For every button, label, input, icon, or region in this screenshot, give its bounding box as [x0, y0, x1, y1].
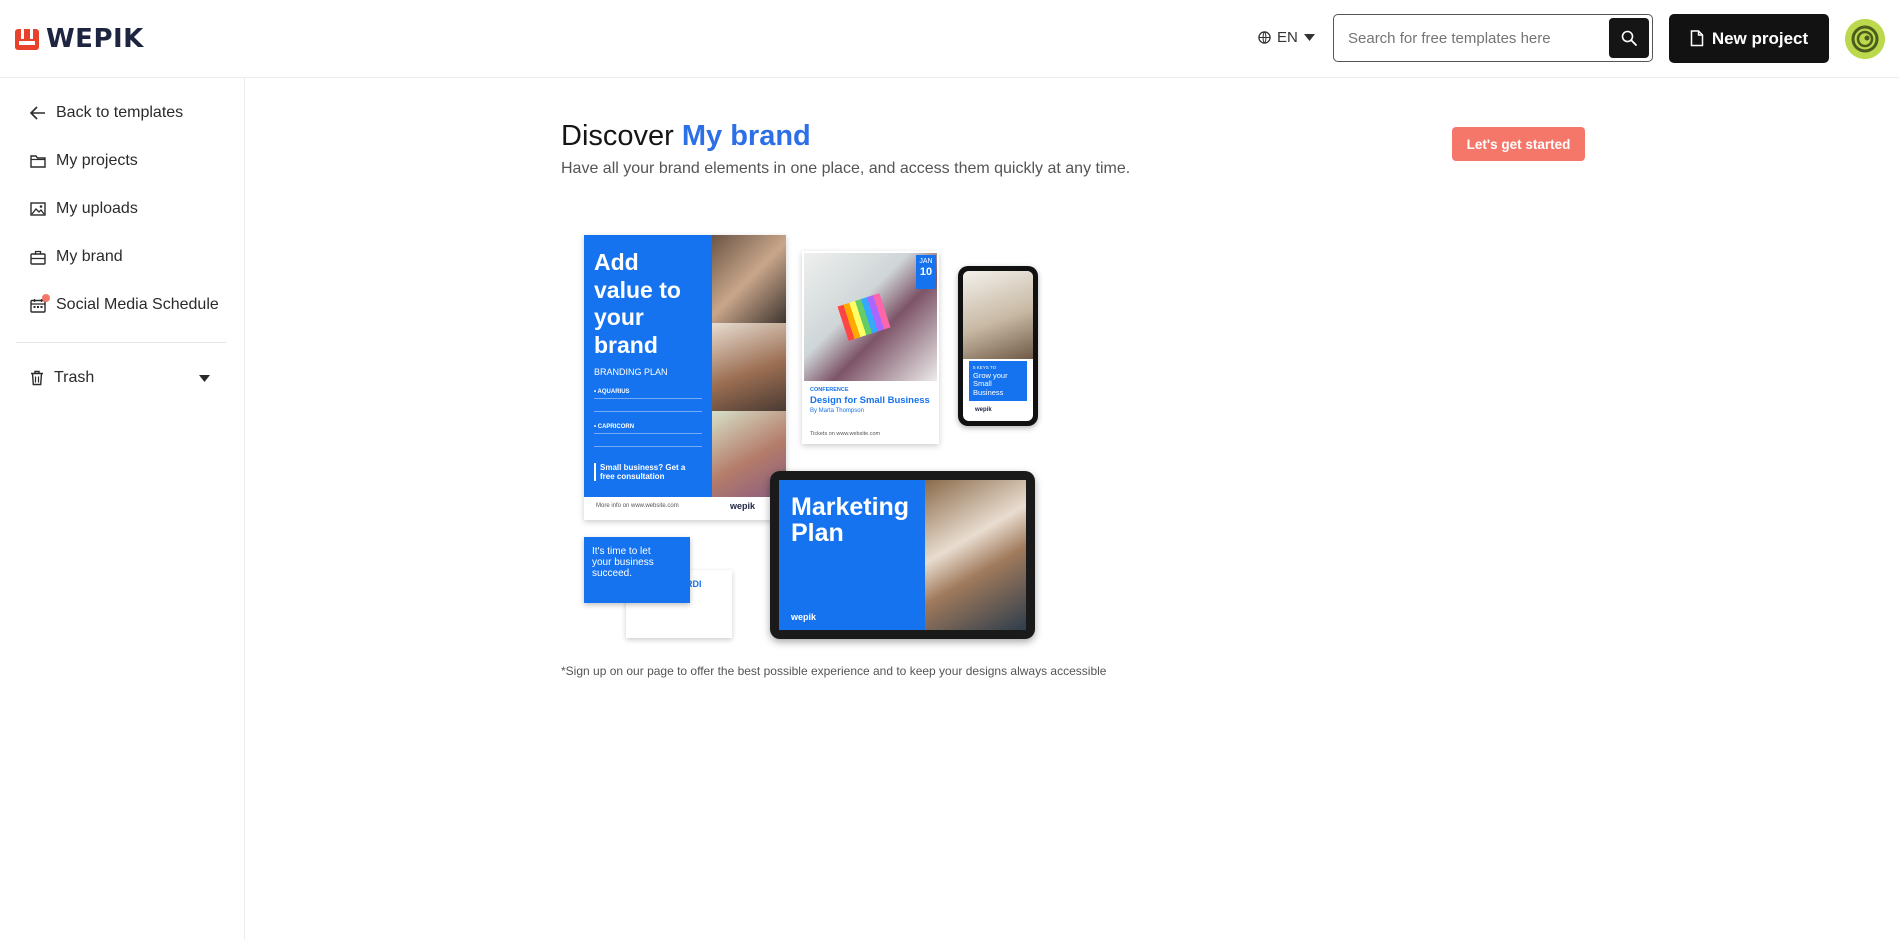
sidebar-item-my-uploads[interactable]: My uploads — [30, 200, 138, 218]
flyer-date-month: JAN — [919, 258, 933, 265]
sidebar-item-label: Social Media Schedule — [56, 296, 219, 313]
tablet-title: Marketing Plan — [791, 493, 910, 548]
page-subtitle: Have all your brand elements in one plac… — [561, 160, 1131, 177]
chevron-down-icon[interactable] — [199, 374, 210, 382]
poster-cta: Small business? Get a free consultation — [594, 463, 690, 482]
sidebar-item-label: My brand — [56, 248, 123, 265]
flyer-mockup: JAN 10 CONFERENCE Design for Small Busin… — [802, 251, 939, 444]
sidebar: Back to templates My projects My uploads… — [0, 78, 245, 940]
poster-photo-1 — [712, 235, 786, 323]
poster-mockup: Add value to your brand BRANDING PLAN • … — [584, 235, 786, 520]
globe-icon — [1258, 31, 1271, 44]
logo-text: WEPIK — [46, 24, 144, 54]
brand-illustration: Add value to your brand BRANDING PLAN • … — [580, 230, 1040, 645]
new-project-label: New project — [1711, 28, 1809, 48]
poster-wepik-label: wepik — [730, 501, 756, 511]
flyer-date-day: 10 — [919, 265, 933, 278]
poster-blue-panel: Add value to your brand BRANDING PLAN • … — [584, 235, 712, 497]
language-label: EN — [1277, 29, 1298, 46]
wepik-logo-icon — [15, 29, 39, 50]
phone-screen: 5 KEYS TO Grow your Small Business wepik — [963, 271, 1033, 421]
tablet-photo — [925, 480, 1026, 630]
sidebar-item-trash[interactable]: Trash — [30, 369, 210, 387]
get-started-button[interactable]: Let's get started — [1452, 127, 1585, 161]
tablet-wepik-label: wepik — [791, 612, 817, 622]
business-card-front: It's time to let your business succeed. — [584, 537, 690, 603]
poster-item-1-text — [594, 398, 702, 413]
sidebar-item-label: My projects — [56, 152, 138, 169]
poster-title: Add value to your brand — [594, 249, 681, 358]
tablet-screen: Marketing Plan wepik — [779, 480, 1026, 630]
poster-item-2: • CAPRICORN — [594, 424, 635, 431]
wepik-logo[interactable]: WEPIK — [14, 24, 144, 54]
phone-wepik-label: wepik — [975, 407, 992, 413]
notification-dot — [42, 293, 50, 302]
sidebar-item-my-projects[interactable]: My projects — [30, 152, 138, 170]
trash-icon — [31, 370, 43, 386]
poster-photo-2 — [712, 323, 786, 411]
poster-footer: More info on www.website.com — [596, 503, 679, 509]
page-title-prefix: Discover — [561, 120, 674, 152]
phone-photo — [963, 271, 1033, 359]
sidebar-item-back-to-templates[interactable]: Back to templates — [30, 104, 183, 122]
search-button[interactable] — [1609, 18, 1649, 58]
business-card-text: It's time to let your business succeed. — [592, 546, 654, 579]
search-box — [1333, 14, 1653, 62]
sidebar-item-my-brand[interactable]: My brand — [30, 248, 123, 266]
sidebar-divider — [16, 342, 226, 343]
flyer-tag: CONFERENCE — [810, 387, 849, 393]
top-bar: WEPIK EN New project — [0, 0, 1899, 78]
chevron-down-icon — [1303, 34, 1315, 41]
poster-item-2-text — [594, 433, 702, 448]
phone-blue-panel: 5 KEYS TO Grow your Small Business — [969, 361, 1027, 401]
new-project-button[interactable]: New project — [1669, 14, 1829, 63]
sidebar-item-label: My uploads — [56, 200, 138, 217]
flyer-author: By Marta Thompson — [810, 408, 864, 414]
arrow-left-icon — [30, 106, 45, 120]
poster-item-1: • AQUARIUS — [594, 389, 630, 396]
search-input[interactable] — [1334, 29, 1609, 47]
tablet-mockup: Marketing Plan wepik — [770, 471, 1035, 639]
page-title-highlight: My brand — [681, 120, 811, 152]
folder-icon — [30, 155, 46, 168]
sidebar-item-social-media-schedule[interactable]: Social Media Schedule — [30, 293, 219, 314]
search-icon — [1621, 30, 1637, 46]
document-icon — [1690, 30, 1704, 47]
calendar-icon-wrap — [30, 293, 50, 313]
sidebar-item-label: Trash — [54, 369, 95, 386]
flyer-footer: Tickets on www.website.com — [810, 431, 881, 437]
sidebar-item-label: Back to templates — [56, 104, 184, 121]
footnote: *Sign up on our page to offer the best p… — [561, 664, 1107, 678]
avatar-image — [1845, 19, 1885, 59]
language-selector[interactable]: EN — [1258, 29, 1315, 46]
avatar[interactable] — [1845, 19, 1885, 59]
flyer-date-badge: JAN 10 — [916, 255, 936, 289]
tablet-blue-panel: Marketing Plan wepik — [779, 480, 925, 630]
image-icon — [30, 202, 46, 216]
flyer-title: Design for Small Business — [810, 395, 930, 406]
briefcase-icon — [30, 250, 46, 265]
phone-title: Grow your Small Business — [973, 371, 1008, 397]
phone-tag: 5 KEYS TO — [973, 365, 997, 370]
poster-subtitle: BRANDING PLAN — [594, 367, 668, 378]
phone-mockup: 5 KEYS TO Grow your Small Business wepik — [958, 266, 1038, 426]
page-title: Discover My brand — [561, 120, 811, 153]
